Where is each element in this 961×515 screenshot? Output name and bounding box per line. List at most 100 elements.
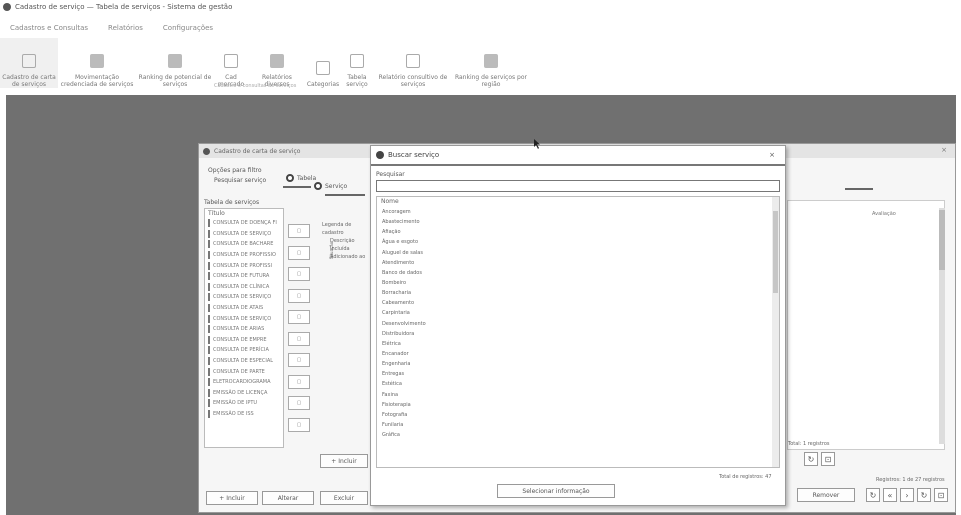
remove-button[interactable]: Remover — [797, 488, 855, 502]
list-item[interactable]: Afiação — [377, 227, 779, 237]
tree-row[interactable]: CONSULTA DE SERVIÇO — [205, 229, 283, 240]
list-item[interactable]: Cabeamento — [377, 298, 779, 308]
tree-row[interactable]: CONSULTA DE ARIAS — [205, 324, 283, 335]
tree-row[interactable]: CONSULTA DE EMPRE — [205, 335, 283, 346]
ribbon-group-label: Cadastro e consultas de serviços — [214, 83, 297, 89]
radio-label: Serviço — [325, 182, 348, 190]
list-item[interactable]: Elétrica — [377, 339, 779, 349]
search-input[interactable] — [376, 180, 780, 192]
tree-row[interactable]: CONSULTA DE SERVIÇO — [205, 292, 283, 303]
list-item[interactable]: Aluguel de salas — [377, 248, 779, 258]
list-item[interactable]: Abastecimento — [377, 217, 779, 227]
tree-row[interactable]: CONSULTA DE PROFISSIO — [205, 250, 283, 261]
ribbon-button-relatorios[interactable]: Relatórios diversos — [248, 38, 306, 88]
list-item[interactable]: Entregas — [377, 369, 779, 379]
ribbon-button-cadastro-carta[interactable]: Cadastro de carta de serviços — [0, 38, 58, 88]
list-item[interactable]: Borracharia — [377, 288, 779, 298]
menu-tab-relatorios[interactable]: Relatórios — [98, 24, 153, 36]
tree-row-label: CONSULTA DE FUTURA — [213, 273, 270, 280]
list-item[interactable]: Atendimento — [377, 258, 779, 268]
row-action-icon[interactable]: ▢ — [288, 353, 310, 367]
refresh-icon[interactable]: ↻ — [917, 488, 931, 502]
close-icon[interactable]: × — [941, 146, 947, 154]
ribbon-button-ranking-potencial[interactable]: Ranking de potencial de serviços — [136, 38, 214, 88]
list-item[interactable]: Distribuidora — [377, 329, 779, 339]
row-action-icon[interactable]: ▢ — [288, 310, 310, 324]
ribbon-button-categorias[interactable]: Categorias — [306, 38, 340, 88]
expand-icon[interactable]: ⊡ — [821, 452, 835, 466]
ribbon-button-relatorio-consultivo[interactable]: Relatório consultivo de serviços — [374, 38, 452, 88]
refresh-icon[interactable]: ↻ — [866, 488, 880, 502]
tree-row[interactable]: CONSULTA DE PARTE — [205, 366, 283, 377]
list-item[interactable]: Engenharia — [377, 359, 779, 369]
list-item[interactable]: Banco de dados — [377, 268, 779, 278]
scrollbar-thumb[interactable] — [939, 210, 945, 270]
row-action-icon[interactable]: ▢ — [288, 224, 310, 238]
tree-row-marker — [208, 388, 210, 397]
ribbon-button-tabela[interactable]: Tabela serviço — [340, 38, 374, 88]
tree-row-label: EMISSÃO DE ISS — [213, 410, 254, 417]
list-item[interactable]: Água e esgoto — [377, 237, 779, 247]
add-button[interactable]: + Incluir — [206, 491, 258, 505]
legend-side-label: Situação — [329, 241, 335, 260]
list-item[interactable]: Faxina — [377, 390, 779, 400]
ribbon-button-ranking-regiao[interactable]: Ranking de serviços por região — [452, 38, 530, 88]
select-info-button[interactable]: Selecionar informação — [497, 484, 615, 498]
close-icon[interactable]: × — [769, 151, 775, 159]
tree-row[interactable]: CONSULTA DE ESPECIAL — [205, 356, 283, 367]
scrollbar-thumb[interactable] — [773, 211, 778, 293]
service-tree[interactable]: Título CONSULTA DE DOENÇA FI CONSULTA DE … — [204, 208, 284, 448]
right-scrollbar[interactable] — [939, 208, 945, 444]
tree-row[interactable]: CONSULTA DE PERÍCIA — [205, 345, 283, 356]
tree-row[interactable]: EMISSÃO DE LICENÇA — [205, 388, 283, 399]
buscar-servico-dialog: Buscar serviço × Pesquisar Nome Ancorage… — [370, 145, 786, 506]
tree-row[interactable]: CONSULTA DE SERVIÇO — [205, 313, 283, 324]
list-item[interactable]: Carpintaria — [377, 308, 779, 318]
list-item[interactable]: Fisioterapia — [377, 400, 779, 410]
radio-tabela[interactable]: Tabela — [286, 174, 316, 182]
tree-row[interactable]: CONSULTA DE DOENÇA FI — [205, 218, 283, 229]
ribbon-button-movimentacao[interactable]: Movimentação credenciada de serviços — [58, 38, 136, 88]
list-item[interactable]: Desenvolvimento — [377, 319, 779, 329]
row-action-icon[interactable]: ▢ — [288, 267, 310, 281]
tree-row[interactable]: CONSULTA DE BACHARE — [205, 239, 283, 250]
tree-row[interactable]: EMISSÃO DE ISS — [205, 409, 283, 420]
right-results-panel: Avaliação — [787, 200, 945, 450]
tree-row[interactable]: CONSULTA DE ATAIS — [205, 303, 283, 314]
list-item[interactable]: Encanador — [377, 349, 779, 359]
tree-row-marker — [208, 229, 210, 238]
row-action-icon[interactable]: ▢ — [288, 417, 310, 432]
row-action-icon[interactable]: ▢ — [288, 245, 310, 260]
tree-add-button[interactable]: + Incluir — [320, 454, 368, 468]
row-action-icon[interactable]: ▢ — [288, 374, 310, 389]
refresh-icon[interactable]: ↻ — [804, 452, 818, 466]
menu-tab-configuracoes[interactable]: Configurações — [153, 24, 223, 36]
list-item[interactable]: Funilaria — [377, 420, 779, 430]
filter-option-pesquisar[interactable]: Pesquisar serviço — [214, 177, 266, 184]
list-scrollbar[interactable] — [772, 197, 779, 467]
tree-row[interactable]: EMISSÃO DE IPTU — [205, 398, 283, 409]
ribbon-button-mercado[interactable]: Cad mercado — [214, 38, 248, 88]
first-page-icon[interactable]: « — [883, 488, 897, 502]
expand-icon[interactable]: ⊡ — [934, 488, 948, 502]
right-count-label: Total: 1 registros — [788, 441, 830, 447]
list-item[interactable]: Bombeiro — [377, 278, 779, 288]
row-action-icon[interactable]: ▢ — [288, 288, 310, 303]
list-item[interactable]: Fotografia — [377, 410, 779, 420]
radio-servico[interactable]: Serviço — [314, 182, 347, 190]
row-action-icon[interactable]: ▢ — [288, 396, 310, 410]
tree-row[interactable]: CONSULTA DE PROFISSI — [205, 260, 283, 271]
tree-row[interactable]: CONSULTA DE CLÍNICA — [205, 282, 283, 293]
tree-row-label: CONSULTA DE SERVIÇO — [213, 230, 272, 237]
tree-row[interactable]: CONSULTA DE FUTURA — [205, 271, 283, 282]
edit-button[interactable]: Alterar — [262, 491, 314, 505]
next-page-icon[interactable]: › — [900, 488, 914, 502]
menu-tab-cadastros[interactable]: Cadastros e Consultas — [0, 24, 98, 36]
tree-row[interactable]: ELETROCARDIOGRAMA — [205, 377, 283, 388]
list-item[interactable]: Gráfica — [377, 430, 779, 440]
service-list[interactable]: Nome Ancoragem Abastecimento Afiação Água e… — [376, 196, 780, 468]
list-item[interactable]: Ancoragem — [377, 207, 779, 217]
list-item[interactable]: Estética — [377, 379, 779, 389]
row-action-icon[interactable]: ▢ — [288, 331, 310, 346]
delete-button[interactable]: Excluir — [320, 491, 368, 505]
